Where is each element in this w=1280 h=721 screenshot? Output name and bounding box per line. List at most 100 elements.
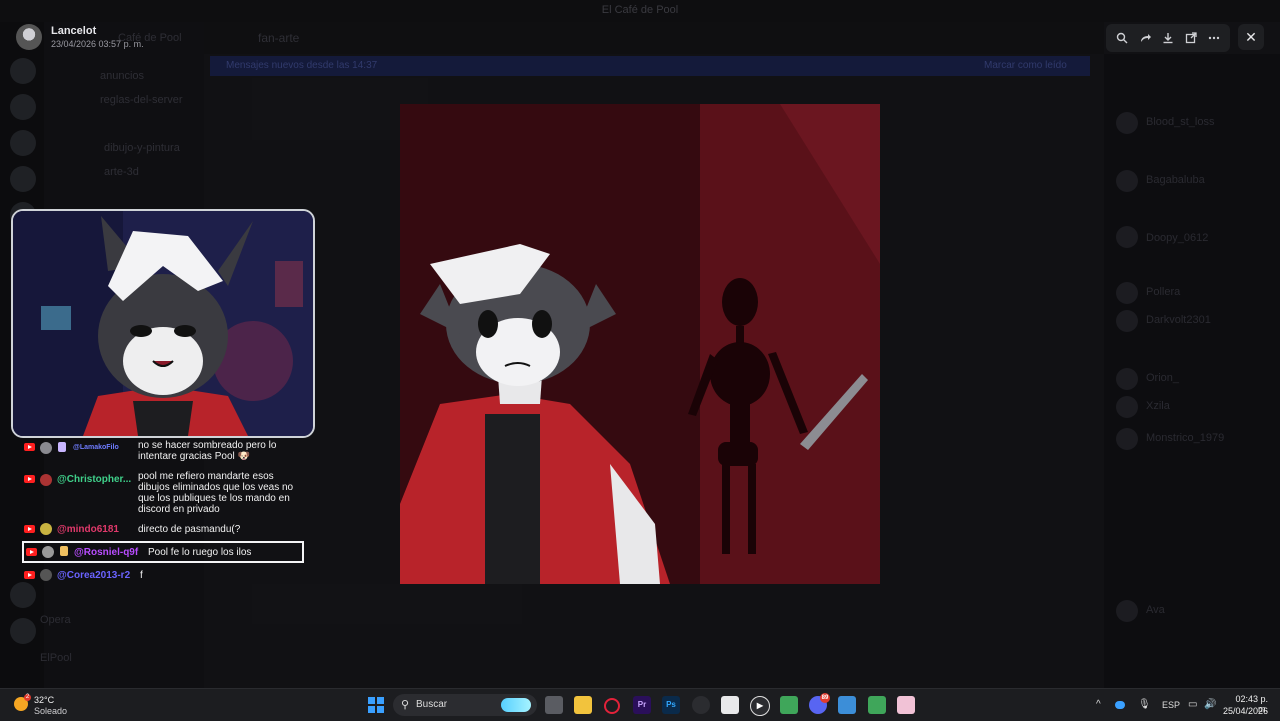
search-icon: ⚲ [401, 699, 410, 711]
chat-username: @Rosniel-q9f [74, 547, 139, 558]
chat-message: @mindo6181 directo de pasmandu(? [22, 523, 308, 537]
microphone-icon[interactable]: 🎙 [1138, 699, 1151, 710]
viewer-author[interactable]: Lancelot 23/04/2026 03:57 p. m. [16, 24, 144, 50]
avatar [40, 569, 52, 581]
member-item: Bagabaluba [1146, 174, 1205, 186]
avatar [40, 442, 52, 454]
chat-username: @Christopher... [57, 474, 132, 485]
chat-username: @mindo6181 [57, 524, 119, 535]
channel-item: dibujo-y-pintura [104, 142, 180, 154]
chat-username: @LamakoFilo [73, 444, 119, 451]
server-icon [10, 58, 36, 84]
chat-message: @LamakoFilo no se hacer sombreado pero l… [22, 440, 308, 470]
bottom-user: ElPool [40, 652, 72, 664]
new-messages-text: Mensajes nuevos desde las 14:37 [226, 60, 378, 71]
channel-header [204, 22, 1104, 54]
chat-text: pool me refiero mandarte esos dibujos el… [138, 471, 294, 515]
member-avatar [1116, 310, 1138, 332]
chat-text: f [140, 570, 143, 581]
youtube-icon [24, 525, 35, 533]
youtube-icon [26, 548, 37, 556]
mark-read-text: Marcar como leído [984, 60, 1067, 71]
more-icon[interactable] [1205, 29, 1223, 47]
chat-message: @Christopher... pool me refiero mandarte… [22, 471, 308, 517]
taskbar-search[interactable]: ⚲ Buscar [393, 694, 537, 716]
task-view-icon[interactable] [545, 696, 563, 714]
member-item: Xzila [1146, 400, 1170, 412]
app-6-icon[interactable] [692, 696, 710, 714]
tray-overflow-icon[interactable]: ^ [1096, 699, 1101, 710]
server-icon [10, 130, 36, 156]
background-message [252, 584, 522, 624]
volume-icon[interactable]: 🔊 [1204, 699, 1216, 710]
author-username: Lancelot [51, 25, 97, 37]
windows-start-icon[interactable] [368, 697, 384, 713]
server-icon [10, 618, 36, 644]
member-avatar [1116, 600, 1138, 622]
premiere-pro-icon[interactable]: Pr [633, 696, 651, 714]
app-11-icon[interactable] [838, 696, 856, 714]
server-icon [10, 166, 36, 192]
member-item: Ava [1146, 604, 1165, 616]
avatar [42, 546, 54, 558]
app-9-icon[interactable] [780, 696, 798, 714]
search-placeholder: Buscar [416, 699, 448, 710]
server-icon [10, 582, 36, 608]
post-timestamp: 23/04/2026 03:57 p. m. [51, 39, 144, 49]
clock-date[interactable]: 25/04/2026 [1216, 706, 1268, 716]
server-icon [10, 94, 36, 120]
member-avatar [1116, 282, 1138, 304]
network-icon[interactable]: ▭ [1188, 699, 1197, 710]
avatar [40, 474, 52, 486]
member-badge-icon [60, 546, 68, 556]
member-badge-icon [58, 442, 66, 452]
member-item: Pollera [1146, 286, 1181, 298]
weather-condition[interactable]: Soleado [34, 706, 67, 716]
voice-channel: Opera [40, 614, 71, 626]
viewer-toolbar [1106, 24, 1230, 52]
cloud-icon[interactable] [1115, 701, 1125, 709]
avatar [40, 523, 52, 535]
photoshop-icon[interactable]: Ps [662, 696, 680, 714]
channel-item: arte-3d [104, 166, 139, 178]
zoom-icon[interactable] [1113, 29, 1131, 47]
language-indicator[interactable]: ESP [1162, 700, 1180, 710]
search-highlight-icon [501, 698, 531, 712]
app-7-icon[interactable] [721, 696, 739, 714]
artwork-image[interactable] [400, 104, 880, 584]
weather-temperature[interactable]: 32°C [34, 695, 54, 705]
member-avatar [1116, 112, 1138, 134]
channel-header-title: fan-arte [258, 31, 300, 45]
opera-icon[interactable] [604, 698, 620, 714]
download-icon[interactable] [1159, 29, 1177, 47]
close-icon: ✕ [1245, 28, 1257, 45]
member-item: Monstrico_1979 [1146, 432, 1225, 444]
close-button[interactable]: ✕ [1238, 24, 1264, 50]
app-13-icon[interactable] [897, 696, 915, 714]
member-avatar [1116, 396, 1138, 418]
forward-icon[interactable] [1136, 29, 1154, 47]
member-avatar [1116, 428, 1138, 450]
youtube-icon [24, 475, 35, 483]
member-avatar [1116, 226, 1138, 248]
weather-badge: 2 [24, 694, 31, 701]
member-avatar [1116, 368, 1138, 390]
member-item: Darkvolt2301 [1146, 314, 1211, 326]
member-item: Orion_ [1146, 372, 1180, 384]
open-external-icon[interactable] [1182, 29, 1200, 47]
media-player-icon[interactable]: ▶ [750, 696, 770, 716]
youtube-icon [24, 443, 35, 451]
avatar[interactable] [16, 24, 42, 50]
background-window-title: El Café de Pool [601, 4, 679, 16]
taskbar: 2 32°C Soleado ⚲ Buscar Pr Ps ▶ 89 ^ 🎙 E… [0, 688, 1280, 721]
member-item: Doopy_0612 [1146, 232, 1209, 244]
channel-item: anuncios [100, 70, 145, 82]
member-avatar [1116, 170, 1138, 192]
stream-webcam [11, 209, 315, 438]
chat-text: Pool fe lo ruego los ilos [148, 547, 252, 558]
file-explorer-icon[interactable] [574, 696, 592, 714]
chat-text: directo de pasmandu(? [138, 524, 241, 535]
app-12-icon[interactable] [868, 696, 886, 714]
member-item: Blood_st_loss [1146, 116, 1215, 128]
discord-badge: 89 [820, 693, 830, 703]
